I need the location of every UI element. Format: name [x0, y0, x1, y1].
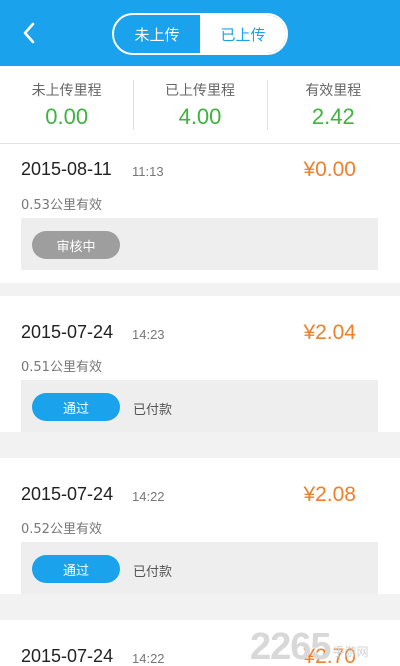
trip-record-list[interactable]: 2015-08-11 11:13 ¥0.00 0.53公里有效 审核中 2015…	[0, 144, 400, 666]
record-date: 2015-07-24	[21, 484, 114, 504]
stat-not-uploaded: 未上传里程 0.00	[0, 66, 133, 143]
back-button[interactable]	[14, 18, 44, 48]
record-distance: 0.53公里有效	[21, 198, 102, 213]
watermark-logo: 2265 手游网	[250, 612, 400, 666]
mileage-summary: 未上传里程 0.00 已上传里程 4.00 有效里程 2.42	[0, 66, 400, 144]
record-amount: ¥0.00	[303, 158, 356, 181]
stat-value: 4.00	[178, 104, 222, 129]
chevron-left-icon	[23, 22, 35, 44]
stat-uploaded: 已上传里程 4.00	[133, 66, 266, 143]
record-amount: ¥2.04	[303, 321, 356, 344]
status-badge[interactable]: 通过	[32, 555, 120, 583]
list-item[interactable]: 2015-07-24 14:22 ¥2.08 0.52公里有效 通过 已付款	[0, 458, 400, 594]
stat-label: 有效里程	[305, 83, 362, 99]
record-status-bar: 审核中	[21, 218, 378, 270]
payment-status: 已付款	[133, 403, 173, 418]
tab-not-uploaded[interactable]: 未上传	[114, 15, 200, 53]
record-distance: 0.51公里有效	[21, 360, 102, 375]
payment-status: 已付款	[133, 565, 173, 580]
stat-value: 2.42	[311, 104, 355, 129]
record-distance: 0.52公里有效	[21, 522, 102, 537]
watermark-text: 手游网	[332, 645, 369, 659]
stat-label: 已上传里程	[164, 83, 235, 99]
record-date: 2015-07-24	[21, 322, 114, 342]
record-time: 14:22	[132, 489, 165, 504]
record-time: 11:13	[132, 164, 164, 179]
stat-value: 0.00	[45, 104, 89, 129]
record-time: 14:23	[132, 327, 165, 342]
list-item[interactable]: 2015-08-11 11:13 ¥0.00 0.53公里有效 审核中	[0, 144, 400, 283]
stat-valid: 有效里程 2.42	[266, 66, 400, 143]
list-item[interactable]: 2015-07-24 14:23 ¥2.04 0.51公里有效 通过 已付款	[0, 296, 400, 432]
watermark-number: 2265	[250, 626, 332, 666]
status-badge: 审核中	[32, 231, 120, 259]
top-bar: 未上传 已上传	[0, 0, 400, 66]
record-status-bar: 通过 已付款	[21, 542, 378, 594]
record-date: 2015-07-24	[21, 646, 114, 666]
record-date: 2015-08-11	[21, 159, 112, 179]
upload-status-toggle: 未上传 已上传	[112, 13, 288, 55]
stat-label: 未上传里程	[31, 83, 102, 99]
status-badge[interactable]: 通过	[32, 393, 120, 421]
tab-uploaded[interactable]: 已上传	[200, 15, 286, 53]
record-status-bar: 通过 已付款	[21, 380, 378, 432]
record-time: 14:22	[132, 651, 165, 666]
record-amount: ¥2.08	[303, 483, 356, 506]
